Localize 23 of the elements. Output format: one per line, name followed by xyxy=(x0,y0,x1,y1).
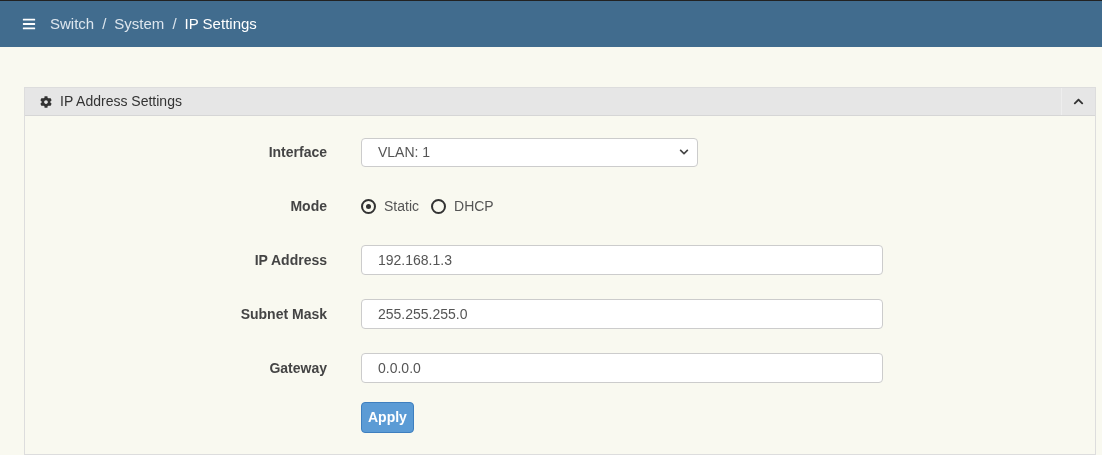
radio-button[interactable] xyxy=(361,198,376,214)
breadcrumb-separator: / xyxy=(172,13,177,34)
radio-option[interactable]: DHCP xyxy=(431,195,494,217)
breadcrumb-item: IP Settings xyxy=(184,13,257,34)
breadcrumb-item[interactable]: System xyxy=(114,12,165,36)
interface-dropdown[interactable]: VLAN: 1 xyxy=(361,137,698,167)
panel-title: IP Address Settings xyxy=(60,92,182,111)
text-field[interactable]: 0.0.0.0 xyxy=(361,353,883,383)
field-label: Gateway xyxy=(269,358,327,378)
field-label: Mode xyxy=(290,196,327,216)
text-field[interactable]: 255.255.255.0 xyxy=(361,299,883,329)
menu-icon[interactable] xyxy=(22,17,36,31)
chevron-up-icon xyxy=(1073,96,1084,107)
gear-icon xyxy=(40,95,52,108)
breadcrumb-item[interactable]: Switch xyxy=(50,12,95,36)
breadcrumb-separator: / xyxy=(102,13,107,34)
radio-button[interactable] xyxy=(431,198,446,214)
field-label: Subnet Mask xyxy=(240,304,327,324)
field-label: Interface xyxy=(268,142,327,162)
text-field[interactable]: 192.168.1.3 xyxy=(361,245,883,275)
chevron-down-icon xyxy=(679,147,689,157)
radio-option[interactable]: Static xyxy=(361,195,419,217)
field-label: IP Address xyxy=(254,250,327,270)
